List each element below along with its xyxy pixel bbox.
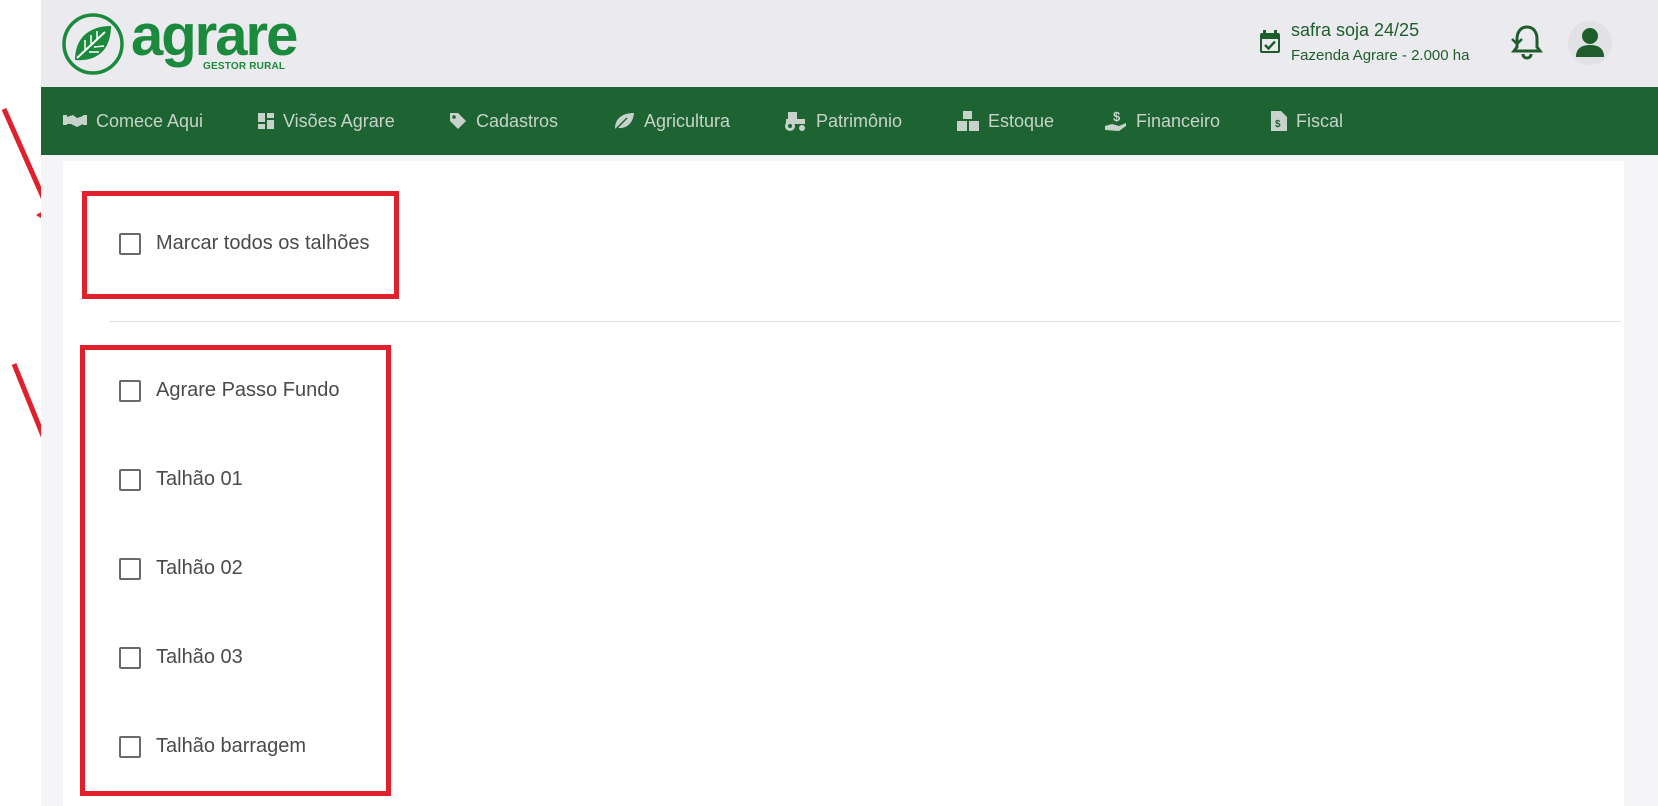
nav-item-patrimonio[interactable]: Patrimônio bbox=[783, 87, 902, 155]
handshake-icon bbox=[63, 115, 87, 127]
brand-logo[interactable]: agrare GESTOR RURAL bbox=[61, 4, 311, 78]
nav-item-estoque[interactable]: Estoque bbox=[957, 87, 1054, 155]
nav-item-fiscal[interactable]: $ Fiscal bbox=[1271, 87, 1343, 155]
brand-tagline: GESTOR RURAL bbox=[203, 61, 286, 72]
nav-item-visoes-agrare[interactable]: Visões Agrare bbox=[258, 87, 395, 155]
svg-text:$: $ bbox=[1113, 110, 1121, 124]
farm-name: Fazenda Agrare - 2.000 ha bbox=[1291, 47, 1470, 64]
tag-icon bbox=[450, 113, 466, 129]
nav-item-financeiro[interactable]: $ Financeiro bbox=[1105, 87, 1220, 155]
hand-dollar-icon: $ bbox=[1105, 110, 1126, 131]
boxes-icon bbox=[957, 111, 979, 131]
nav-label: Agricultura bbox=[644, 110, 731, 131]
nav-label: Cadastros bbox=[476, 110, 559, 131]
season-title: safra soja 24/25 bbox=[1291, 20, 1420, 40]
nav-item-comece-aqui[interactable]: Comece Aqui bbox=[63, 87, 203, 155]
nav-label: Visões Agrare bbox=[283, 110, 395, 131]
calendar-check-icon bbox=[1260, 30, 1280, 53]
season-selector[interactable]: safra soja 24/25 Fazenda Agrare - 2.000 … bbox=[1259, 18, 1529, 68]
tractor-icon bbox=[785, 112, 805, 131]
nav-label: Patrimônio bbox=[816, 110, 903, 131]
leaf-logo-icon bbox=[62, 13, 124, 75]
top-bar: agrare GESTOR RURAL safra soja 24/25 Faz… bbox=[41, 0, 1658, 87]
svg-text:$: $ bbox=[1275, 119, 1281, 130]
divider bbox=[109, 321, 1621, 322]
invoice-icon: $ bbox=[1271, 111, 1287, 131]
dashboard-icon bbox=[258, 113, 274, 129]
nav-label: Estoque bbox=[988, 110, 1055, 131]
user-icon bbox=[1576, 28, 1604, 57]
leaf-icon bbox=[614, 113, 634, 131]
user-avatar-button[interactable] bbox=[1568, 21, 1612, 65]
nav-label: Financeiro bbox=[1136, 110, 1221, 131]
brand-name: agrare bbox=[131, 3, 298, 68]
bell-icon[interactable] bbox=[1511, 24, 1543, 60]
nav-item-cadastros[interactable]: Cadastros bbox=[449, 87, 558, 155]
nav-label: Comece Aqui bbox=[96, 110, 204, 131]
annotation-box-select-all bbox=[82, 191, 399, 299]
nav-label: Fiscal bbox=[1296, 110, 1344, 131]
annotation-box-fields-list bbox=[80, 345, 391, 796]
nav-item-agricultura[interactable]: Agricultura bbox=[613, 87, 730, 155]
main-navigation: Comece Aqui Visões Agrare Cadastros Agri… bbox=[41, 87, 1658, 155]
